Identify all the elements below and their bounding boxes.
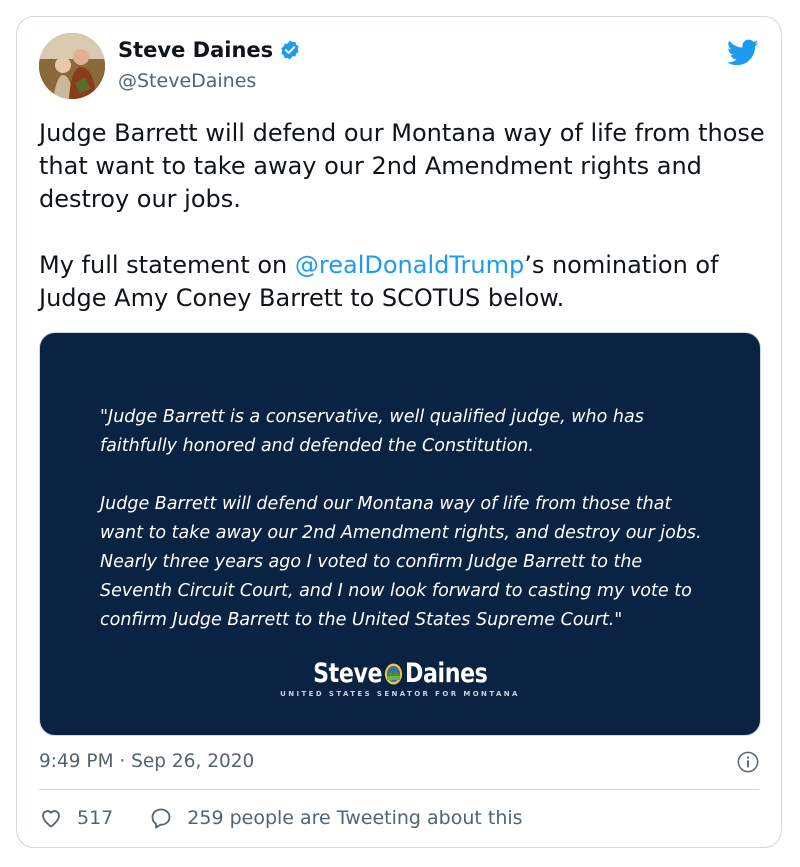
statement-quote: "Judge Barrett is a conservative, well q… <box>100 403 704 635</box>
conversation-label: 259 people are Tweeting about this <box>187 807 523 829</box>
verified-badge-icon <box>281 40 299 60</box>
signature-name: Steve Daines <box>312 658 488 689</box>
divider <box>39 789 759 790</box>
timestamp[interactable]: 9:49 PM · Sep 26, 2020 <box>39 750 254 774</box>
quote-paragraph-2: Judge Barrett will defend our Montana wa… <box>100 494 702 630</box>
like-count: 517 <box>77 807 114 829</box>
speech-bubble-icon <box>151 808 171 829</box>
tweet-body: Judge Barrett will defend our Montana wa… <box>39 117 769 315</box>
tweet-paragraph-2: My full statement on @realDonaldTrump’s … <box>39 249 769 315</box>
quote-paragraph-1: "Judge Barrett is a conservative, well q… <box>100 407 644 456</box>
action-bar: 517 259 people are Tweeting about this <box>39 806 559 830</box>
avatar[interactable] <box>39 33 105 99</box>
mention-link[interactable]: @realDonaldTrump <box>295 251 524 279</box>
tweet-paragraph-1: Judge Barrett will defend our Montana wa… <box>39 119 765 213</box>
heart-icon <box>42 810 60 828</box>
conversation-button[interactable]: 259 people are Tweeting about this <box>149 806 523 830</box>
signature-last: Daines <box>404 658 488 689</box>
senator-signature-logo: Steve Daines UNITED STATES SENATOR FOR M… <box>40 658 760 698</box>
montana-seal-icon <box>384 663 402 684</box>
tweet-card: Steve Daines @SteveDaines Judge Barrett … <box>16 16 782 848</box>
author-name-text[interactable]: Steve Daines <box>118 37 273 63</box>
media-image[interactable]: "Judge Barrett is a conservative, well q… <box>39 332 761 736</box>
signature-subtitle: UNITED STATES SENATOR FOR MONTANA <box>280 690 520 698</box>
signature-first: Steve <box>312 658 382 689</box>
tweet-text-prefix: My full statement on <box>39 251 295 279</box>
author-handle[interactable]: @SteveDaines <box>118 69 256 93</box>
info-icon[interactable] <box>737 751 759 773</box>
author-name[interactable]: Steve Daines <box>118 37 301 63</box>
like-button[interactable]: 517 <box>39 806 113 830</box>
twitter-bird-icon[interactable] <box>727 39 759 67</box>
